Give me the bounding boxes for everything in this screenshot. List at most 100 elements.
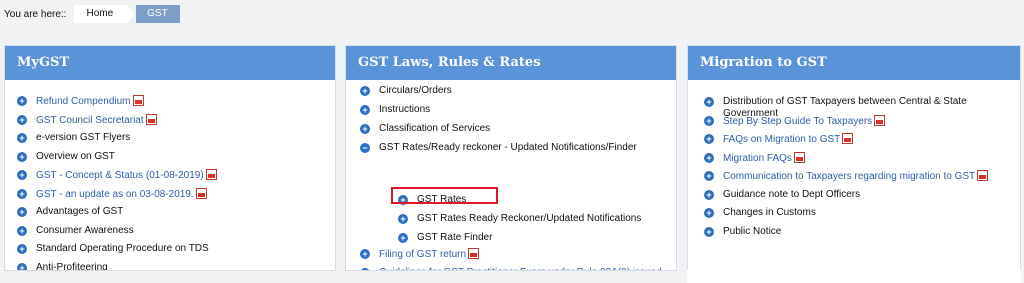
list-item-wrap[interactable]: GST - Concept & Status (01-08-2019)	[36, 169, 217, 182]
list-item-label[interactable]: Standard Operating Procedure on TDS	[36, 243, 209, 254]
list-item-wrap[interactable]: Consumer Awareness	[36, 225, 134, 237]
list-item-label[interactable]: Classification of Services	[379, 123, 490, 134]
list-item-wrap[interactable]: Classification of Services	[379, 123, 490, 135]
list-item-label[interactable]: Guidance note to Dept Officers	[723, 189, 860, 200]
expand-icon[interactable]: +	[17, 188, 27, 199]
expand-icon[interactable]: +	[398, 214, 408, 224]
expand-icon[interactable]: +	[17, 207, 27, 217]
expand-icon[interactable]: +	[704, 97, 714, 107]
pdf-icon[interactable]	[793, 151, 805, 163]
expand-icon[interactable]: +	[17, 262, 27, 270]
list-item-wrap[interactable]: Filing of GST return	[379, 248, 480, 261]
list-item-wrap[interactable]: Migration FAQs	[723, 151, 805, 165]
collapse-icon[interactable]: −	[360, 143, 370, 153]
list-item-wrap[interactable]: GST Rate Finder	[417, 232, 492, 244]
expand-icon[interactable]: +	[17, 151, 27, 162]
expand-icon[interactable]: +	[704, 226, 714, 237]
list-item-label[interactable]: Advantages of GST	[36, 206, 123, 217]
list-item-wrap[interactable]: Communication to Taxpayers regarding mig…	[723, 170, 989, 183]
list-item[interactable]: + Guidance note to Dept Officers	[704, 189, 1014, 208]
list-item[interactable]: + Guidelines for GST Practitioner Exam un…	[360, 267, 670, 270]
list-item[interactable]: + Communication to Taxpayers regarding mi…	[704, 170, 1014, 189]
list-item[interactable]: + Anti-Profiteering	[17, 262, 329, 271]
expand-icon[interactable]: +	[704, 171, 714, 181]
list-item[interactable]: + e-version GST Flyers	[17, 132, 329, 151]
list-item[interactable]: + Migration FAQs	[704, 151, 1014, 171]
pdf-icon[interactable]	[842, 133, 854, 144]
list-item-wrap[interactable]: GST Council Secretariat	[36, 113, 157, 127]
list-item-wrap[interactable]: Overview on GST	[36, 151, 115, 163]
expand-icon[interactable]: +	[704, 189, 714, 200]
breadcrumb-home-link[interactable]: Home	[74, 5, 136, 23]
list-item-wrap[interactable]: FAQs on Migration to GST	[723, 133, 854, 146]
list-item-label[interactable]: Instructions	[379, 104, 430, 115]
list-item-label[interactable]: GST - Concept & Status (01-08-2019)	[36, 170, 204, 181]
list-item[interactable]: + Refund Compendium	[17, 95, 329, 114]
list-item-wrap[interactable]: Circulars/Orders	[379, 85, 452, 97]
expand-icon[interactable]: +	[17, 133, 27, 143]
list-item[interactable]: + Standard Operating Procedure on TDS	[17, 243, 329, 262]
list-item-wrap[interactable]: Guidance note to Dept Officers	[723, 189, 860, 201]
list-item-label[interactable]: Refund Compendium	[36, 96, 131, 107]
list-item-label[interactable]: Migration FAQs	[723, 153, 792, 164]
list-item-label[interactable]: GST Council Secretariat	[36, 115, 144, 126]
expand-icon[interactable]: +	[360, 105, 370, 115]
list-item-wrap[interactable]: e-version GST Flyers	[36, 132, 130, 144]
pdf-icon[interactable]	[132, 95, 144, 106]
list-item-wrap[interactable]: Standard Operating Procedure on TDS	[36, 243, 209, 255]
list-item-label[interactable]: Communication to Taxpayers regarding mig…	[723, 171, 975, 182]
expand-icon[interactable]: +	[360, 124, 370, 134]
list-item-label[interactable]: Public Notice	[723, 226, 781, 237]
list-item-label[interactable]: Anti-Profiteering	[36, 262, 108, 271]
list-item-label[interactable]: FAQs on Migration to GST	[723, 134, 840, 145]
list-item-label[interactable]: Step By Step Guide To Taxpayers	[723, 116, 872, 127]
list-item[interactable]: − GST Rates/Ready reckoner - Updated Noti…	[360, 142, 670, 161]
list-item-label[interactable]: Guidelines for GST Practitioner Exam und…	[379, 267, 662, 270]
list-item-label[interactable]: Changes in Customs	[723, 207, 816, 218]
expand-icon[interactable]: +	[704, 152, 714, 163]
sub-list-item[interactable]: + GST Rates Ready Reckoner/Updated Notifi…	[398, 213, 641, 232]
list-item[interactable]: + Overview on GST	[17, 151, 329, 170]
list-item-label[interactable]: Filing of GST return	[379, 249, 466, 260]
list-item-wrap[interactable]: Guidelines for GST Practitioner Exam und…	[379, 267, 670, 270]
list-item-wrap[interactable]: Advantages of GST	[36, 206, 123, 218]
list-item-wrap[interactable]: Changes in Customs	[723, 207, 816, 219]
pdf-icon[interactable]	[205, 169, 217, 180]
expand-icon[interactable]: +	[360, 268, 370, 270]
list-item[interactable]: + Consumer Awareness	[17, 225, 329, 244]
list-item-wrap[interactable]: Public Notice	[723, 226, 781, 238]
expand-icon[interactable]: +	[704, 208, 714, 218]
list-item[interactable]: + Circulars/Orders	[360, 85, 670, 104]
pdf-icon[interactable]	[195, 187, 207, 199]
pdf-icon[interactable]	[468, 248, 480, 259]
expand-icon[interactable]: +	[704, 134, 714, 144]
list-item-label[interactable]: GST Rate Finder	[417, 232, 492, 243]
list-item[interactable]: + Public Notice	[704, 226, 1014, 245]
expand-icon[interactable]: +	[17, 225, 27, 236]
pdf-icon[interactable]	[977, 170, 989, 181]
list-item[interactable]: + GST - an update as on 03-08-2019.	[17, 187, 329, 207]
list-item[interactable]: + FAQs on Migration to GST	[704, 133, 1014, 152]
list-item-label[interactable]: GST Rates/Ready reckoner - Updated Notif…	[379, 142, 637, 153]
list-item-label[interactable]: GST Rates Ready Reckoner/Updated Notific…	[417, 213, 641, 224]
list-item[interactable]: + Filing of GST return	[360, 248, 670, 267]
list-item-label[interactable]: GST - an update as on 03-08-2019.	[36, 189, 194, 200]
list-item-wrap[interactable]: GST Rates/Ready reckoner - Updated Notif…	[379, 142, 637, 154]
expand-icon[interactable]: +	[17, 170, 27, 180]
list-item[interactable]: + Distribution of GST Taxpayers between C…	[704, 96, 1014, 119]
expand-icon[interactable]: +	[17, 244, 27, 254]
list-item-label[interactable]: e-version GST Flyers	[36, 132, 130, 143]
expand-icon[interactable]: +	[17, 114, 27, 125]
expand-icon[interactable]: +	[704, 115, 714, 126]
expand-icon[interactable]: +	[17, 96, 27, 106]
list-item[interactable]: + GST Council Secretariat	[17, 113, 329, 133]
list-item-wrap[interactable]: GST - an update as on 03-08-2019.	[36, 187, 207, 201]
list-item[interactable]: + GST - Concept & Status (01-08-2019)	[17, 169, 329, 188]
list-item[interactable]: + Instructions	[360, 104, 670, 123]
list-item-wrap[interactable]: GST Rates Ready Reckoner/Updated Notific…	[417, 213, 641, 225]
list-item-wrap[interactable]: Anti-Profiteering	[36, 262, 108, 271]
list-item-wrap[interactable]: Refund Compendium	[36, 95, 144, 108]
pdf-icon[interactable]	[145, 113, 157, 125]
expand-icon[interactable]: +	[360, 86, 370, 96]
list-item-label[interactable]: Consumer Awareness	[36, 225, 134, 236]
